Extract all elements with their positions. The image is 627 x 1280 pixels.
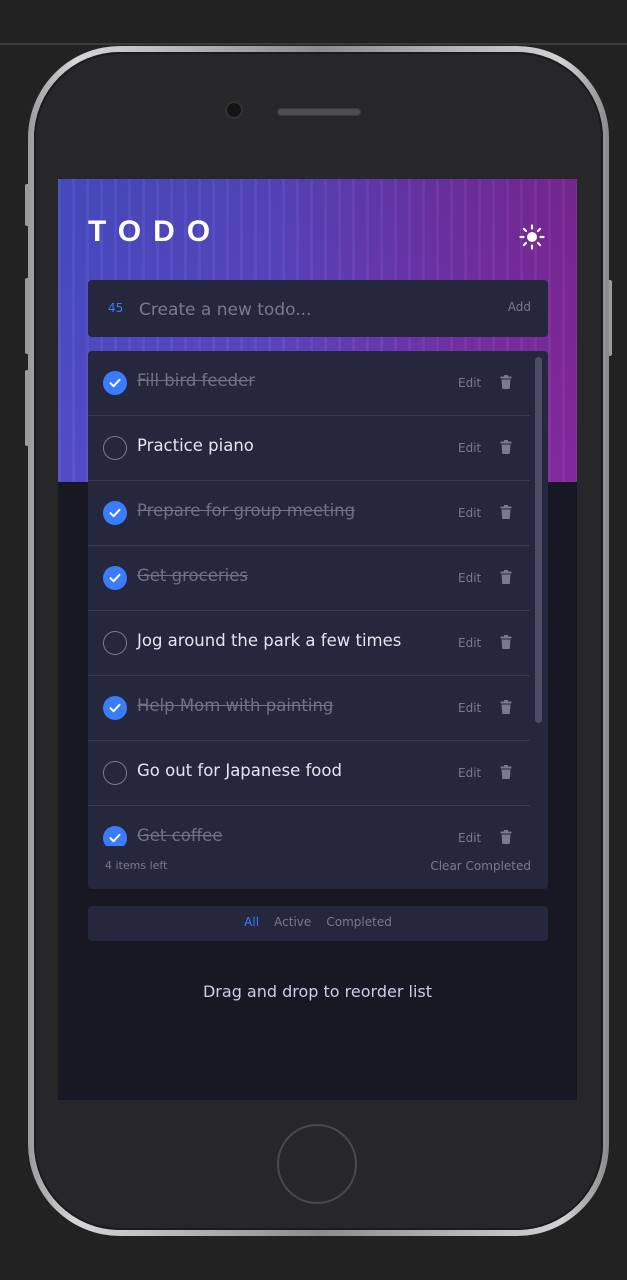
new-todo-bar: 45 Add <box>88 280 548 337</box>
todo-list[interactable]: Fill bird feeder Edit Practice piano Edit Pr… <box>88 351 530 846</box>
todo-checkbox[interactable] <box>103 761 127 785</box>
edit-todo-button[interactable]: Edit <box>458 766 481 780</box>
app-screen: TODO 45 Add Fill bird feederEditPractice… <box>58 179 577 1100</box>
todo-text: Fill bird feeder <box>137 371 256 390</box>
todo-checkbox[interactable] <box>103 826 127 846</box>
edit-todo-button[interactable]: Edit <box>458 636 481 650</box>
new-todo-input[interactable] <box>137 294 481 326</box>
trash-icon[interactable] <box>500 374 512 393</box>
todo-text: Get groceries <box>137 566 248 585</box>
todo-item[interactable]: Get coffee Edit <box>88 806 530 846</box>
todo-text: Go out for Japanese food <box>137 761 342 780</box>
edit-todo-button[interactable]: Edit <box>458 701 481 715</box>
trash-icon[interactable] <box>500 634 512 653</box>
sun-icon <box>519 224 545 250</box>
items-left-count: 4 items left <box>105 859 168 872</box>
todo-item[interactable]: Practice piano Edit <box>88 416 530 481</box>
todo-item[interactable]: Help Mom with painting Edit <box>88 676 530 741</box>
todo-checkbox[interactable] <box>103 436 127 460</box>
edit-todo-button[interactable]: Edit <box>458 376 481 390</box>
todo-text: Practice piano <box>137 436 254 455</box>
filter-all-button[interactable]: All <box>244 915 259 929</box>
todo-list-card: Fill bird feeder Edit Practice piano Edit Pr… <box>88 351 548 889</box>
todo-list-scrollbar[interactable] <box>535 357 542 723</box>
trash-icon[interactable] <box>500 829 512 846</box>
trash-icon[interactable] <box>500 699 512 718</box>
reorder-hint: Drag and drop to reorder list <box>202 982 432 1001</box>
todo-text: Jog around the park a few times <box>137 631 402 650</box>
theme-toggle-button[interactable] <box>518 223 546 251</box>
filter-bar: All Active Completed <box>88 906 548 941</box>
todo-item[interactable]: Fill bird feeder Edit <box>88 351 530 416</box>
todo-checkbox[interactable] <box>103 371 127 395</box>
edit-todo-button[interactable]: Edit <box>458 831 481 845</box>
edit-todo-button[interactable]: Edit <box>458 441 481 455</box>
todo-count-badge: 45 <box>108 301 124 315</box>
home-button[interactable] <box>277 1124 357 1204</box>
app-title: TODO <box>88 215 223 248</box>
todo-item[interactable]: Go out for Japanese food Edit <box>88 741 530 806</box>
filter-completed-button[interactable]: Completed <box>326 915 391 929</box>
todo-text: Help Mom with painting <box>137 696 334 715</box>
todo-checkbox[interactable] <box>103 696 127 720</box>
todo-item[interactable]: Get groceries Edit <box>88 546 530 611</box>
todo-checkbox[interactable] <box>103 566 127 590</box>
window-top-divider <box>0 43 627 45</box>
filter-active-button[interactable]: Active <box>274 915 311 929</box>
clear-completed-button[interactable]: Clear Completed <box>430 859 531 873</box>
todo-item[interactable]: Prepare for group meeting Edit <box>88 481 530 546</box>
add-todo-button[interactable]: Add <box>508 300 531 314</box>
front-camera <box>227 103 241 117</box>
todo-checkbox[interactable] <box>103 501 127 525</box>
todo-text: Get coffee <box>137 826 223 845</box>
edit-todo-button[interactable]: Edit <box>458 506 481 520</box>
trash-icon[interactable] <box>500 569 512 588</box>
trash-icon[interactable] <box>500 439 512 458</box>
edit-todo-button[interactable]: Edit <box>458 571 481 585</box>
trash-icon[interactable] <box>500 504 512 523</box>
earpiece-speaker <box>277 108 361 116</box>
trash-icon[interactable] <box>500 764 512 783</box>
todo-checkbox[interactable] <box>103 631 127 655</box>
todo-item[interactable]: Jog around the park a few times Edit <box>88 611 530 676</box>
todo-text: Prepare for group meeting <box>137 501 356 520</box>
